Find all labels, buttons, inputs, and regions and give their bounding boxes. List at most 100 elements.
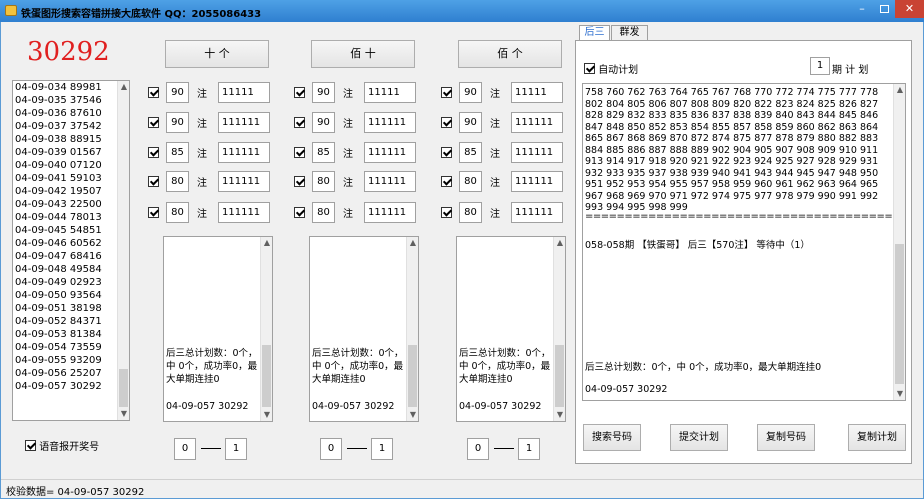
list-item[interactable]: 04-09-043 22500 — [13, 198, 129, 211]
scroll-thumb[interactable] — [408, 345, 417, 407]
row-checkbox[interactable] — [441, 207, 452, 218]
memo-scrollbar[interactable]: ▲ ▼ — [260, 237, 272, 421]
row-checkbox[interactable] — [148, 176, 159, 187]
range-to-input[interactable]: 1 — [518, 438, 540, 460]
auto-plan-option[interactable]: 自动计划 — [584, 61, 638, 76]
code-input[interactable]: 11111 — [218, 82, 270, 103]
scroll-thumb[interactable] — [555, 345, 564, 407]
row-checkbox[interactable] — [294, 117, 305, 128]
submit-plan-button[interactable]: 提交计划 — [670, 424, 728, 451]
scroll-up-icon[interactable]: ▲ — [118, 81, 129, 93]
list-item[interactable]: 04-09-037 37542 — [13, 120, 129, 133]
scroll-thumb[interactable] — [119, 369, 128, 407]
memo-scrollbar[interactable]: ▲ ▼ — [553, 237, 565, 421]
list-item[interactable]: 04-09-045 54851 — [13, 224, 129, 237]
count-input[interactable]: 90 — [459, 112, 482, 133]
history-list[interactable]: 04-09-034 89981 04-09-035 37546 04-09-036 … — [12, 80, 130, 421]
scroll-thumb[interactable] — [262, 345, 271, 407]
list-item[interactable]: 04-09-053 81384 — [13, 328, 129, 341]
list-item[interactable]: 04-09-041 59103 — [13, 172, 129, 185]
count-input[interactable]: 90 — [312, 112, 335, 133]
count-input[interactable]: 90 — [166, 112, 189, 133]
position-button[interactable]: 十 个 — [165, 40, 269, 68]
scroll-up-icon[interactable]: ▲ — [894, 84, 905, 96]
code-input[interactable]: 111111 — [364, 171, 416, 192]
code-input[interactable]: 111111 — [511, 112, 563, 133]
list-item[interactable]: 04-09-039 01567 — [13, 146, 129, 159]
list-item[interactable]: 04-09-054 73559 — [13, 341, 129, 354]
list-item[interactable]: 04-09-040 07120 — [13, 159, 129, 172]
count-input[interactable]: 90 — [166, 82, 189, 103]
code-input[interactable]: 111111 — [511, 202, 563, 223]
code-input[interactable]: 11111 — [364, 82, 416, 103]
code-input[interactable]: 111111 — [218, 171, 270, 192]
list-item[interactable]: 04-09-038 88915 — [13, 133, 129, 146]
plan-output[interactable]: 758 760 762 763 764 765 767 768 770 772 … — [582, 83, 906, 401]
scroll-up-icon[interactable]: ▲ — [261, 237, 272, 249]
code-input[interactable]: 111111 — [218, 142, 270, 163]
code-input[interactable]: 111111 — [218, 202, 270, 223]
list-item[interactable]: 04-09-048 49584 — [13, 263, 129, 276]
range-from-input[interactable]: 0 — [467, 438, 489, 460]
code-input[interactable]: 111111 — [511, 171, 563, 192]
row-checkbox[interactable] — [148, 117, 159, 128]
list-item[interactable]: 04-09-057 30292 — [13, 380, 129, 393]
code-input[interactable]: 111111 — [511, 142, 563, 163]
count-input[interactable]: 80 — [166, 202, 189, 223]
row-checkbox[interactable] — [441, 147, 452, 158]
history-scrollbar[interactable]: ▲ ▼ — [117, 81, 129, 420]
list-item[interactable]: 04-09-056 25207 — [13, 367, 129, 380]
minimize-button[interactable]: – — [851, 0, 873, 18]
count-input[interactable]: 80 — [312, 171, 335, 192]
code-input[interactable]: 11111 — [511, 82, 563, 103]
count-input[interactable]: 85 — [312, 142, 335, 163]
list-item[interactable]: 04-09-049 02923 — [13, 276, 129, 289]
list-item[interactable]: 04-09-035 37546 — [13, 94, 129, 107]
row-checkbox[interactable] — [294, 176, 305, 187]
search-numbers-button[interactable]: 搜索号码 — [583, 424, 641, 451]
close-button[interactable]: ✕ — [895, 0, 924, 18]
count-input[interactable]: 80 — [312, 202, 335, 223]
list-item[interactable]: 04-09-042 19507 — [13, 185, 129, 198]
list-item[interactable]: 04-09-051 38198 — [13, 302, 129, 315]
count-input[interactable]: 80 — [459, 171, 482, 192]
position-button[interactable]: 佰 十 — [311, 40, 415, 68]
count-input[interactable]: 90 — [312, 82, 335, 103]
list-item[interactable]: 04-09-046 60562 — [13, 237, 129, 250]
row-checkbox[interactable] — [441, 176, 452, 187]
list-item[interactable]: 04-09-044 78013 — [13, 211, 129, 224]
result-memo[interactable]: 后三总计划数：0个，中 0个，成功率0，最大单期连挂0 04-09-057 302… — [309, 236, 419, 422]
row-checkbox[interactable] — [294, 147, 305, 158]
list-item[interactable]: 04-09-047 68416 — [13, 250, 129, 263]
list-item[interactable]: 04-09-034 89981 — [13, 81, 129, 94]
scroll-down-icon[interactable]: ▼ — [407, 409, 418, 421]
row-checkbox[interactable] — [294, 87, 305, 98]
scroll-up-icon[interactable]: ▲ — [407, 237, 418, 249]
range-from-input[interactable]: 0 — [174, 438, 196, 460]
row-checkbox[interactable] — [148, 87, 159, 98]
row-checkbox[interactable] — [148, 147, 159, 158]
code-input[interactable]: 111111 — [364, 202, 416, 223]
count-input[interactable]: 80 — [459, 202, 482, 223]
row-checkbox[interactable] — [294, 207, 305, 218]
row-checkbox[interactable] — [441, 87, 452, 98]
range-to-input[interactable]: 1 — [225, 438, 247, 460]
scroll-down-icon[interactable]: ▼ — [261, 409, 272, 421]
code-input[interactable]: 111111 — [364, 142, 416, 163]
code-input[interactable]: 111111 — [218, 112, 270, 133]
range-to-input[interactable]: 1 — [371, 438, 393, 460]
voice-announce-checkbox[interactable] — [25, 440, 36, 451]
copy-plan-button[interactable]: 复制计划 — [848, 424, 906, 451]
scroll-thumb[interactable] — [895, 244, 904, 384]
list-item[interactable]: 04-09-052 84371 — [13, 315, 129, 328]
code-input[interactable]: 111111 — [364, 112, 416, 133]
memo-scrollbar[interactable]: ▲ ▼ — [406, 237, 418, 421]
maximize-button[interactable] — [873, 0, 895, 18]
row-checkbox[interactable] — [441, 117, 452, 128]
list-item[interactable]: 04-09-055 93209 — [13, 354, 129, 367]
voice-announce-option[interactable]: 语音报开奖号 — [25, 438, 99, 453]
position-button[interactable]: 佰 个 — [458, 40, 562, 68]
scroll-down-icon[interactable]: ▼ — [118, 408, 129, 420]
period-input[interactable]: 1 — [810, 57, 830, 75]
plan-scrollbar[interactable]: ▲ ▼ — [893, 84, 905, 400]
